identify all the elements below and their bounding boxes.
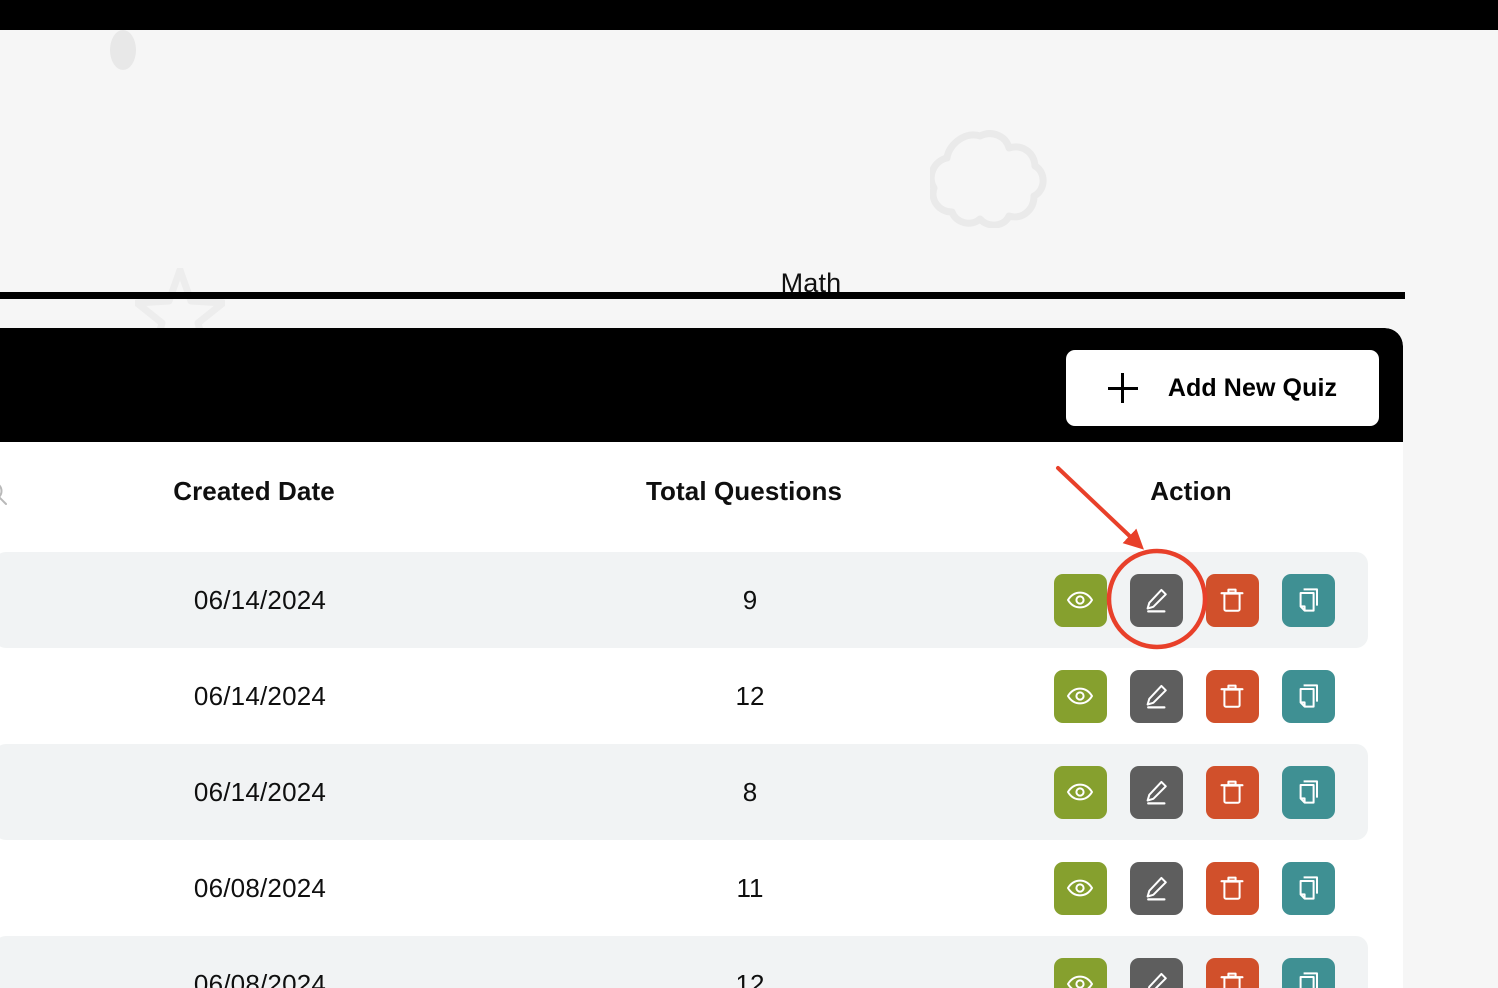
cell-actions <box>1029 744 1359 840</box>
cell-total-questions: 11 <box>736 872 764 903</box>
add-new-quiz-button[interactable]: Add New Quiz <box>1066 350 1379 426</box>
eye-icon <box>1066 970 1094 988</box>
eye-icon <box>1066 682 1094 710</box>
delete-button-row-3[interactable] <box>1205 765 1259 819</box>
table-body: 06/14/2024 9 06/14/2024 12 06/14/2024 8 06/08/… <box>0 552 1403 988</box>
cell-actions <box>1029 648 1359 744</box>
cell-total-questions: 12 <box>735 680 765 711</box>
subject-header-area: Math <box>0 30 1498 298</box>
cell-created-date: 06/14/2024 <box>193 584 327 615</box>
cell-created-date: 06/14/2024 <box>193 776 327 807</box>
delete-button-row-5[interactable] <box>1205 957 1259 988</box>
column-header-total-questions[interactable]: Total Questions <box>574 476 914 507</box>
cell-actions <box>1029 552 1359 648</box>
app-root: Math Add New Quiz Created Date Total Que… <box>0 0 1498 988</box>
pencil-icon <box>1142 682 1170 710</box>
cell-total-questions: 9 <box>742 584 758 615</box>
copy-icon <box>1294 682 1322 710</box>
table-row[interactable]: 06/08/2024 11 <box>0 840 1368 936</box>
delete-button-row-1[interactable] <box>1205 573 1259 627</box>
card-header-bar: Add New Quiz <box>0 328 1403 442</box>
pencil-icon <box>1142 778 1170 806</box>
pencil-icon <box>1142 586 1170 614</box>
delete-button-row-2[interactable] <box>1205 669 1259 723</box>
delete-button-row-4[interactable] <box>1205 861 1259 915</box>
copy-icon <box>1294 586 1322 614</box>
copy-icon <box>1294 778 1322 806</box>
cell-total-questions: 8 <box>742 776 758 807</box>
table-row[interactable]: 06/14/2024 9 <box>0 552 1368 648</box>
copy-icon <box>1294 874 1322 902</box>
duplicate-button-row-4[interactable] <box>1281 861 1335 915</box>
column-header-created-date[interactable]: Created Date <box>84 476 424 507</box>
trash-icon <box>1218 586 1246 614</box>
pencil-icon <box>1142 874 1170 902</box>
window-top-strip <box>0 0 1498 30</box>
table-row[interactable]: 06/14/2024 8 <box>0 744 1368 840</box>
column-header-action: Action <box>1150 476 1232 506</box>
duplicate-button-row-2[interactable] <box>1281 669 1335 723</box>
section-divider <box>0 292 1405 299</box>
view-button-row-1[interactable] <box>1053 573 1107 627</box>
cell-actions <box>1029 936 1359 988</box>
edit-button-row-2[interactable] <box>1129 669 1183 723</box>
trash-icon <box>1218 970 1246 988</box>
cell-actions <box>1029 840 1359 936</box>
table-header: Created Date Total Questions Action <box>0 442 1403 552</box>
plus-icon <box>1107 373 1138 403</box>
table-row[interactable]: 06/14/2024 12 <box>0 648 1368 744</box>
cell-created-date: 06/08/2024 <box>193 872 327 903</box>
duplicate-button-row-1[interactable] <box>1281 573 1335 627</box>
trash-icon <box>1218 778 1246 806</box>
eye-icon <box>1066 586 1094 614</box>
edit-button-row-5[interactable] <box>1129 957 1183 988</box>
cell-total-questions: 12 <box>735 968 765 988</box>
trash-icon <box>1218 874 1246 902</box>
cell-created-date: 06/08/2024 <box>193 968 327 988</box>
search-icon[interactable] <box>0 480 8 506</box>
cell-created-date: 06/14/2024 <box>193 680 327 711</box>
add-new-quiz-label: Add New Quiz <box>1167 373 1338 402</box>
copy-icon <box>1294 970 1322 988</box>
edit-button-row-4[interactable] <box>1129 861 1183 915</box>
view-button-row-3[interactable] <box>1053 765 1107 819</box>
duplicate-button-row-5[interactable] <box>1281 957 1335 988</box>
view-button-row-4[interactable] <box>1053 861 1107 915</box>
duplicate-button-row-3[interactable] <box>1281 765 1335 819</box>
eye-icon <box>1066 874 1094 902</box>
pencil-icon <box>1142 970 1170 988</box>
edit-button-row-1[interactable] <box>1129 573 1183 627</box>
edit-button-row-3[interactable] <box>1129 765 1183 819</box>
quiz-list-card: Add New Quiz Created Date Total Question… <box>0 328 1403 988</box>
table-row[interactable]: 06/08/2024 12 <box>0 936 1368 988</box>
view-button-row-5[interactable] <box>1053 957 1107 988</box>
eye-icon <box>1066 778 1094 806</box>
view-button-row-2[interactable] <box>1053 669 1107 723</box>
trash-icon <box>1218 682 1246 710</box>
